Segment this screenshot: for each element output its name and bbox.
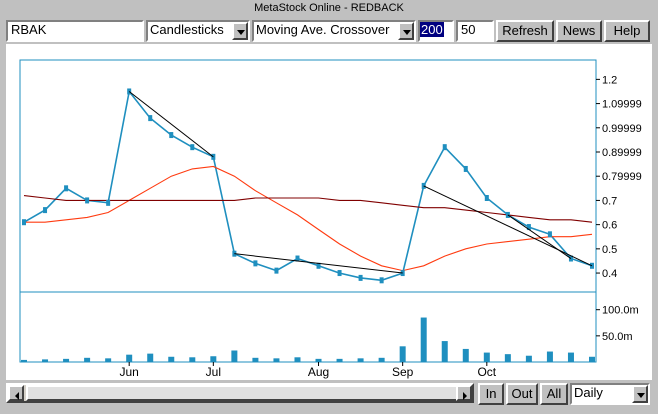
- help-button[interactable]: Help: [604, 20, 650, 42]
- price-tick-label: 1.09999: [602, 99, 642, 111]
- volume-bar: [462, 348, 469, 362]
- volume-bar: [441, 341, 448, 362]
- price-tick-label: 0.4: [602, 268, 617, 280]
- chart-area[interactable]: 1.2 1.09999 0.99999 0.89999 0.79999 0.7 0.6 0.5…: [6, 44, 652, 380]
- volume-bar: [399, 346, 406, 362]
- price-tick-label: 0.89999: [602, 147, 642, 159]
- arrow-right-icon: [463, 392, 467, 400]
- chevron-down-icon[interactable]: [632, 385, 648, 403]
- news-button[interactable]: News: [556, 20, 602, 42]
- price-point: [253, 260, 258, 267]
- volume-bar: [546, 351, 553, 362]
- volume-bar: [168, 356, 175, 362]
- period-select[interactable]: Daily: [570, 383, 650, 405]
- price-point: [547, 231, 552, 238]
- chart-style-value: Candlesticks: [150, 22, 224, 37]
- volume-bar: [21, 359, 27, 362]
- volume-bar: [294, 357, 301, 362]
- period-value: Daily: [574, 385, 603, 400]
- price-point: [379, 277, 384, 284]
- arrow-left-icon: [15, 392, 19, 400]
- price-point: [590, 262, 594, 269]
- price-point: [442, 144, 447, 151]
- volume-bar: [483, 352, 490, 362]
- volume-tick-label: 50.0m: [602, 331, 633, 343]
- price-point: [274, 267, 279, 274]
- price-tick-label: 1.2: [602, 74, 617, 86]
- price-point: [127, 88, 132, 95]
- ma-fast-input[interactable]: 200: [418, 20, 454, 42]
- volume-bar: [105, 358, 112, 362]
- scroll-thumb[interactable]: [26, 385, 458, 401]
- price-point: [463, 165, 468, 172]
- price-chart: 1.2 1.09999 0.99999 0.89999 0.79999 0.7 0.6 0.5…: [19, 59, 642, 379]
- volume-bar: [567, 352, 574, 362]
- volume-bar: [378, 357, 385, 362]
- zoom-all-button[interactable]: All: [540, 383, 568, 405]
- volume-bar: [420, 317, 427, 362]
- volume-tick-label: 100.0m: [602, 305, 639, 317]
- month-label: Sep: [392, 365, 414, 379]
- volume-bar: [189, 357, 196, 362]
- volume-bar: [336, 358, 343, 362]
- horizontal-scrollbar[interactable]: [6, 383, 474, 403]
- volume-bar: [231, 350, 238, 362]
- scroll-right-button[interactable]: [456, 385, 472, 401]
- price-point: [169, 132, 174, 139]
- chevron-down-icon[interactable]: [398, 22, 414, 40]
- volume-bar: [315, 358, 322, 362]
- month-label: Aug: [308, 365, 329, 379]
- ma-fast-value: 200: [420, 22, 444, 37]
- price-point: [43, 207, 48, 214]
- trendline: [423, 185, 593, 267]
- chevron-down-icon[interactable]: [232, 22, 248, 40]
- price-tick-label: 0.7: [602, 195, 617, 207]
- indicator-select[interactable]: Moving Ave. Crossover: [252, 20, 416, 42]
- price-tick-label: 0.6: [602, 220, 617, 232]
- month-label: Jul: [206, 365, 221, 379]
- volume-bar: [589, 356, 595, 362]
- volume-bar: [147, 353, 154, 362]
- refresh-button[interactable]: Refresh: [496, 20, 554, 42]
- month-label: Jun: [120, 365, 139, 379]
- volume-bar: [273, 358, 280, 362]
- price-tick-label: 0.99999: [602, 123, 642, 135]
- window-title: MetaStock Online - REDBACK: [254, 2, 404, 14]
- price-tick-label: 0.79999: [602, 171, 642, 183]
- chart-style-select[interactable]: Candlesticks: [146, 20, 250, 42]
- indicator-value: Moving Ave. Crossover: [256, 22, 390, 37]
- price-point: [190, 144, 195, 151]
- price-point: [85, 197, 90, 204]
- trendline: [128, 91, 214, 158]
- symbol-input[interactable]: RBAK: [6, 20, 144, 42]
- chart-frame: [19, 59, 597, 363]
- volume-bar: [63, 358, 70, 362]
- volume-bar: [357, 358, 364, 362]
- month-label: Oct: [477, 365, 496, 379]
- volume-bar: [525, 355, 532, 362]
- zoom-in-button[interactable]: In: [478, 383, 504, 405]
- scroll-left-button[interactable]: [8, 385, 24, 401]
- price-point: [22, 219, 26, 226]
- price-line: [23, 89, 593, 282]
- zoom-out-button[interactable]: Out: [506, 383, 538, 405]
- price-point: [337, 270, 342, 277]
- volume-bar: [252, 357, 259, 362]
- price-point: [106, 199, 111, 206]
- volume-bar: [504, 354, 511, 362]
- price-point: [358, 274, 363, 281]
- price-point: [148, 115, 153, 122]
- volume-bar: [210, 356, 217, 362]
- price-point: [64, 185, 69, 192]
- volume-bar: [84, 357, 91, 362]
- ma-short-line: [24, 165, 593, 272]
- volume-bar: [126, 354, 133, 362]
- ma-slow-input[interactable]: 50: [456, 20, 494, 42]
- price-tick-label: 0.5: [602, 244, 617, 256]
- price-point: [484, 195, 489, 201]
- volume-bar: [42, 359, 49, 362]
